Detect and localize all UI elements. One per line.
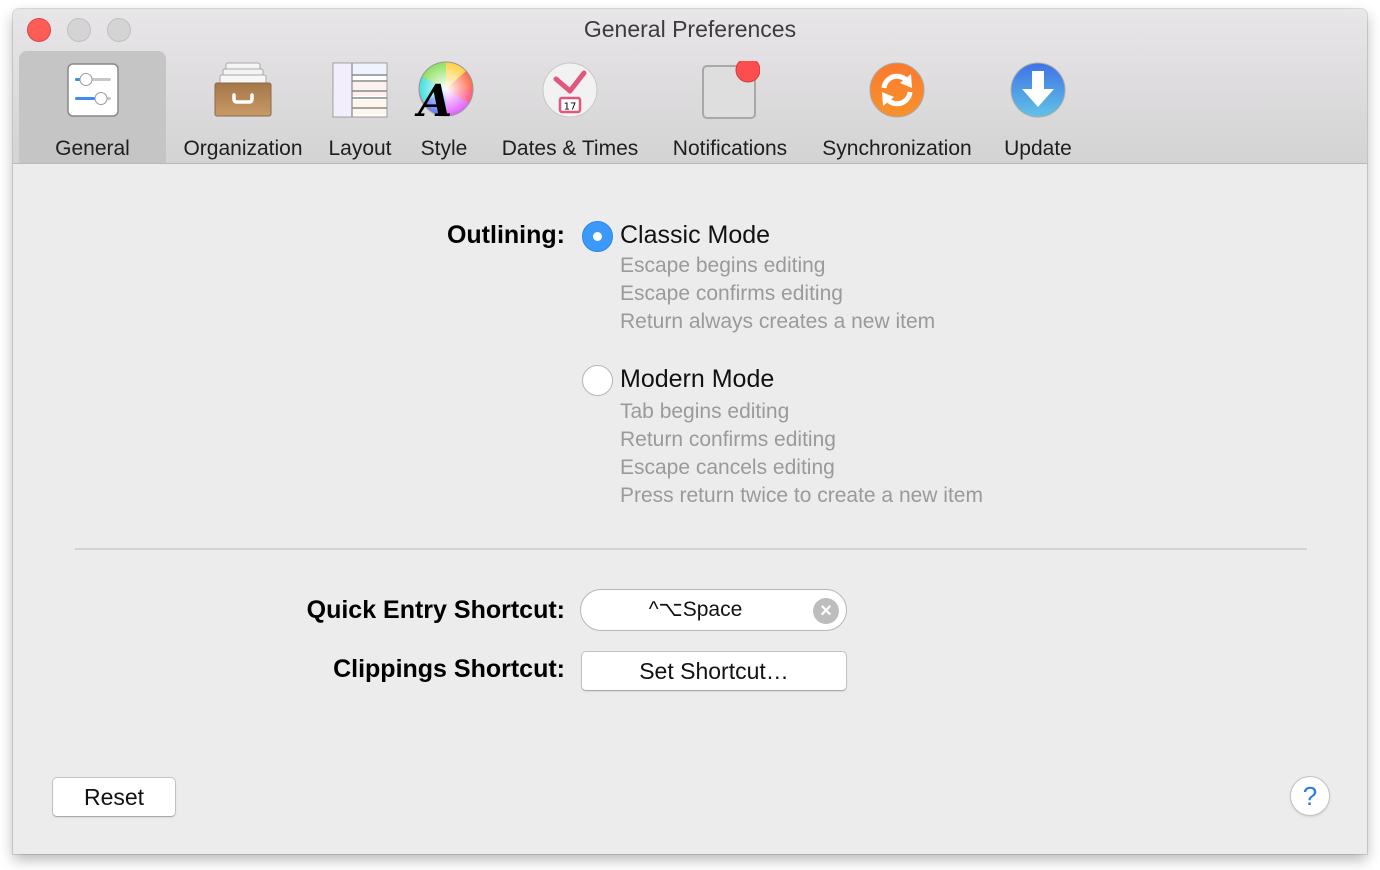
modern-mode-radio[interactable] (582, 365, 613, 396)
color-wheel-font-icon: A (414, 61, 474, 127)
svg-text:A: A (414, 76, 452, 121)
classic-mode-radio[interactable] (582, 221, 613, 252)
outlining-label: Outlining: (446, 221, 565, 249)
quick-entry-shortcut-field[interactable]: ^⌥Space × (580, 589, 847, 631)
layout-grid-icon (330, 61, 390, 121)
tab-general[interactable]: General (19, 51, 166, 163)
modern-mode-description: Tab begins editing Return confirms editi… (620, 398, 983, 510)
card-drawer-icon (213, 61, 273, 121)
section-divider (75, 548, 1307, 550)
tab-label: Synchronization (822, 137, 972, 160)
tab-style[interactable]: A Style (408, 51, 480, 163)
general-pane: Outlining: Classic Mode Escape begins ed… (13, 164, 1367, 854)
tab-synchronization[interactable]: Synchronization (808, 51, 986, 163)
description-line: Escape begins editing (620, 254, 826, 277)
tab-label: Layout (328, 137, 392, 160)
svg-text:17: 17 (564, 102, 577, 113)
description-line: Press return twice to create a new item (620, 484, 983, 507)
description-line: Return confirms editing (620, 428, 836, 451)
tab-label: General (55, 137, 130, 160)
shortcut-value: ^⌥Space (648, 598, 743, 621)
classic-mode-title[interactable]: Classic Mode (620, 221, 770, 250)
reset-button[interactable]: Reset (52, 777, 176, 817)
title-bar: General Preferences General Organization… (13, 9, 1367, 164)
preferences-toolbar: General Organization Layout A Style 17 D… (13, 51, 1367, 163)
description-line: Tab begins editing (620, 400, 790, 423)
classic-mode-description: Escape begins editing Escape confirms ed… (620, 252, 935, 336)
modern-mode-title[interactable]: Modern Mode (620, 365, 774, 394)
tab-label: Dates & Times (501, 137, 639, 160)
tab-update[interactable]: Update (993, 51, 1083, 163)
tab-label: Style (420, 137, 468, 160)
download-arrow-icon (1008, 61, 1068, 121)
clippings-shortcut-label: Clippings Shortcut: (333, 655, 565, 683)
description-line: Escape confirms editing (620, 282, 843, 305)
window-title: General Preferences (583, 16, 797, 42)
preferences-window: General Preferences General Organization… (13, 9, 1367, 854)
tab-label: Notifications (672, 137, 788, 160)
description-line: Escape cancels editing (620, 456, 835, 479)
tab-layout[interactable]: Layout (320, 51, 400, 163)
set-shortcut-button[interactable]: Set Shortcut… (581, 651, 847, 691)
sync-icon (867, 61, 927, 121)
quick-entry-shortcut-label: Quick Entry Shortcut: (306, 596, 565, 624)
description-line: Return always creates a new item (620, 310, 936, 333)
notification-badge-icon (700, 57, 761, 121)
tab-dates-times[interactable]: 17 Dates & Times (487, 51, 653, 163)
tab-label: Organization (183, 137, 303, 160)
tab-label: Update (1004, 137, 1072, 160)
tab-organization[interactable]: Organization (173, 51, 313, 163)
clock-calendar-icon: 17 (540, 61, 600, 121)
tab-notifications[interactable]: Notifications (660, 51, 800, 163)
help-button[interactable]: ? (1290, 776, 1330, 816)
sliders-icon (63, 61, 123, 121)
clear-shortcut-icon[interactable]: × (813, 598, 839, 624)
